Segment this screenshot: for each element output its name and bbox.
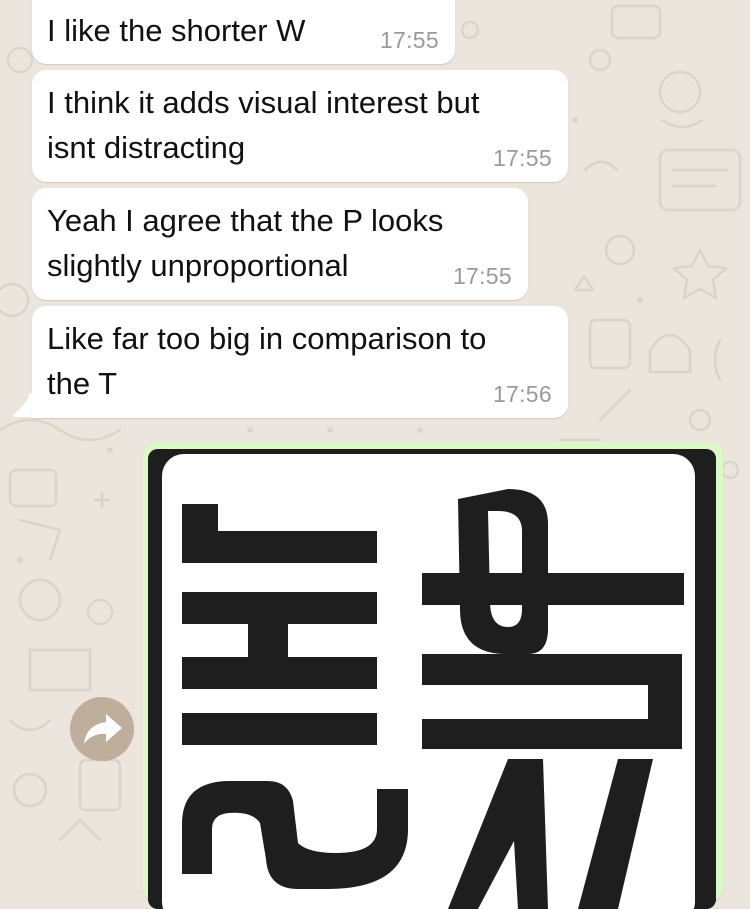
message-bubble[interactable]: I like the shorter W 17:55 xyxy=(32,0,455,64)
message-text: Yeah I agree that the P looks slightly u… xyxy=(47,203,444,283)
message-time: 17:55 xyxy=(452,263,512,289)
message-bubble[interactable]: Like far too big in comparison to the T … xyxy=(32,306,568,418)
forward-arrow-icon xyxy=(84,714,122,744)
image-attachment[interactable] xyxy=(148,449,716,909)
message-text: I like the shorter W xyxy=(47,13,306,48)
logo-image xyxy=(148,449,716,909)
message-text: I think it adds visual interest but isnt… xyxy=(47,85,480,165)
message-bubble[interactable]: Yeah I agree that the P looks slightly u… xyxy=(32,188,528,300)
forward-button[interactable] xyxy=(70,697,134,761)
image-message[interactable] xyxy=(143,442,723,909)
message-time: 17:55 xyxy=(379,27,439,53)
message-time: 17:56 xyxy=(492,381,552,407)
message-bubble[interactable]: I think it adds visual interest but isnt… xyxy=(32,70,568,182)
message-text: Like far too big in comparison to the T xyxy=(47,321,487,401)
message-time: 17:55 xyxy=(492,145,552,171)
